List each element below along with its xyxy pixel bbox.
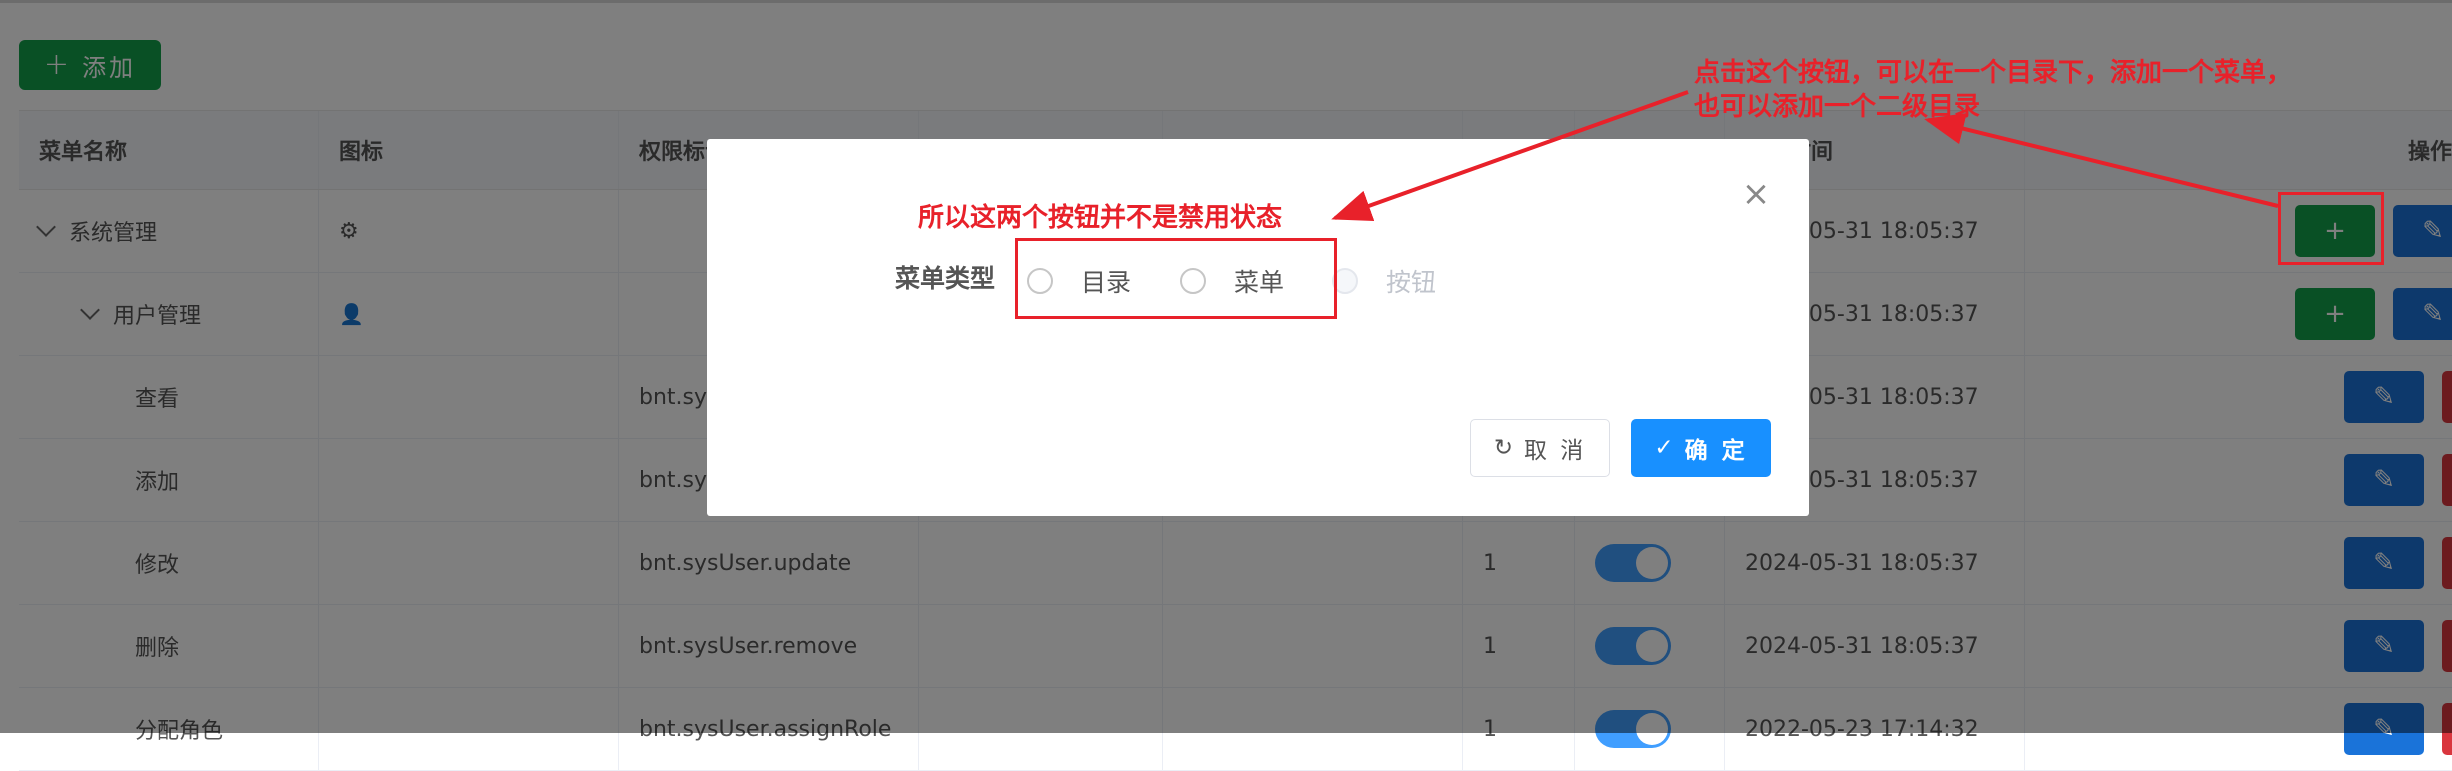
arrow-to-dialog — [1331, 90, 1689, 221]
arrow-to-note — [1924, 113, 2279, 208]
annotation-arrows — [1331, 90, 2279, 221]
